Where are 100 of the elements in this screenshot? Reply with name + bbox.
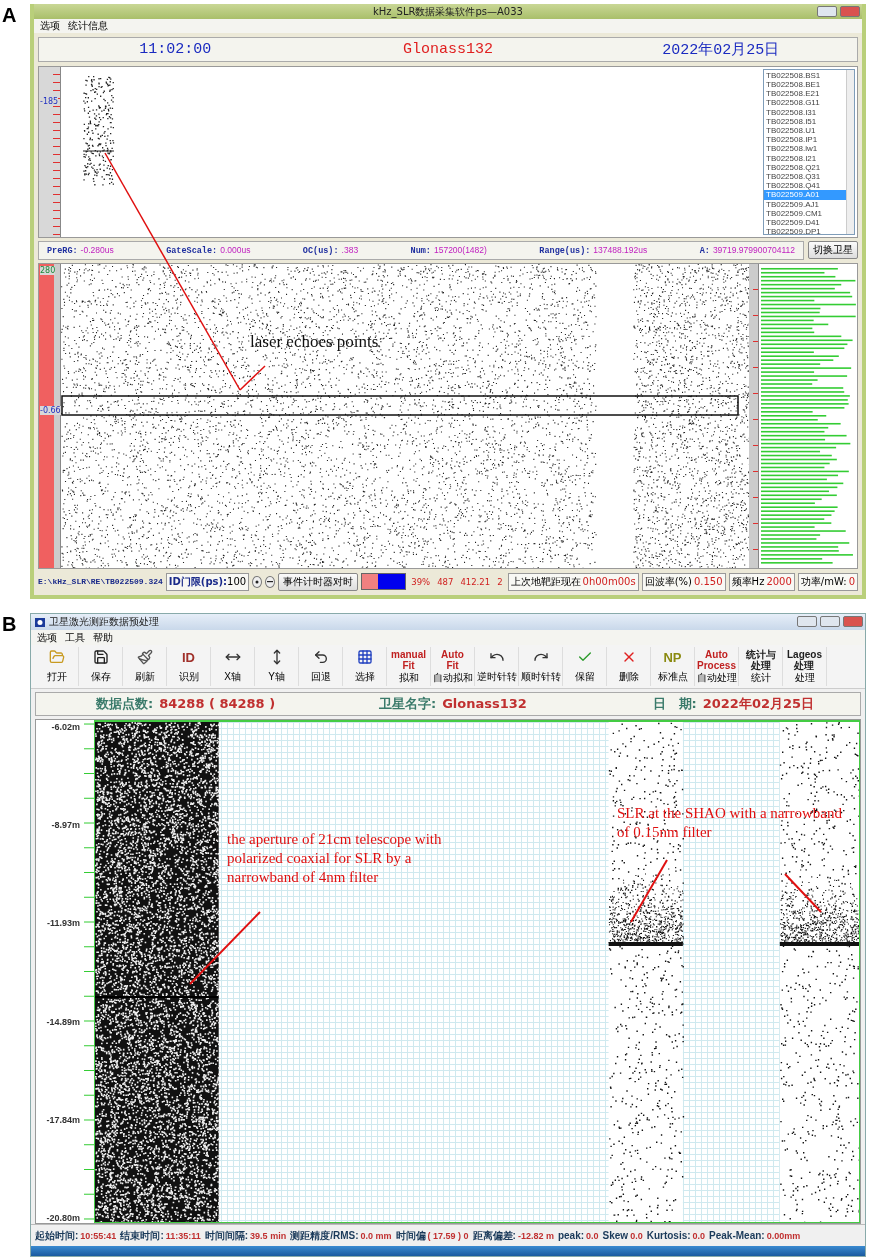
panel-label: A — [1, 4, 18, 28]
toolbar-button[interactable]: X轴 — [211, 647, 255, 686]
file-list-item[interactable]: TB022509.DP1 — [764, 227, 846, 234]
file-list-item[interactable]: TB022508.Q41 — [764, 181, 846, 191]
annotation-text: SLR at the SHAO with a narrowband of 0.15nm filter — [617, 804, 843, 842]
toolbar-button[interactable]: Y轴 — [255, 647, 299, 686]
decrement-button[interactable] — [264, 575, 275, 588]
minimize-button[interactable] — [797, 616, 817, 627]
toolbar-button[interactable]: NP 标准点 — [651, 647, 695, 686]
switch-satellite-button[interactable]: 切换卫星 — [808, 241, 858, 260]
glyph-text: Auto Fit — [441, 649, 464, 671]
maximize-button[interactable] — [820, 616, 840, 627]
info-item: PreRG: -0.280us — [47, 244, 114, 256]
toolbar-button[interactable]: 保留 — [563, 647, 607, 686]
menu-item[interactable]: 工具 — [65, 630, 85, 645]
file-list-item[interactable]: TB022508.I31 — [764, 107, 846, 117]
sync-timer-button[interactable]: 事件计时器对时 — [277, 572, 358, 591]
glyph-text: manual Fit — [391, 649, 426, 671]
leader-line — [785, 874, 821, 912]
file-list-item[interactable]: TB022508.G11 — [764, 98, 846, 108]
toolbar-button[interactable]: 打开 — [35, 647, 79, 686]
toolbar-button[interactable]: Auto Fit 自动拟和 — [431, 647, 475, 686]
window-title: 卫星激光测距数据预处理 — [49, 615, 159, 629]
file-list[interactable] — [763, 68, 855, 235]
status-item: 结束时间: 11:35:11 — [120, 1228, 201, 1243]
reading-text: 412.21 — [460, 576, 491, 587]
app-icon — [35, 617, 45, 627]
reading-text: 39% — [411, 576, 431, 587]
threshold-field[interactable]: ID门限(ps):100 — [165, 572, 250, 591]
info-item: 卫星名字: Glonass132 — [378, 695, 528, 713]
file-list-item[interactable]: TB022508.U1 — [764, 126, 846, 136]
toolbar-button[interactable]: manual Fit 拟和 — [387, 647, 431, 686]
axis-label: -20.80m — [46, 1212, 80, 1223]
toolbar-button[interactable]: 刷新 — [123, 647, 167, 686]
axis-label: -185 — [40, 96, 59, 106]
info-item: Range(us): 137488.192us — [539, 244, 648, 256]
increment-button[interactable] — [252, 575, 262, 588]
file-list-item[interactable]: TB022509.CM1 — [764, 208, 846, 219]
glyph-text: Lageos 处理 — [787, 649, 822, 671]
annotation-text: laser echoes points — [250, 332, 379, 352]
axis-label: -11.93m — [46, 918, 80, 929]
status-item: 时间间隔: 39.5 min — [204, 1228, 287, 1243]
dot-icon — [255, 579, 260, 584]
toolbar-button[interactable]: 逆时针转 — [475, 647, 519, 686]
scrollbar[interactable] — [846, 69, 854, 234]
status-field: 功率/mW: 0 — [797, 572, 858, 591]
toolbar-button[interactable]: 选择 — [343, 647, 387, 686]
progress-bar — [360, 573, 407, 591]
file-list-item[interactable]: TB022508.I21 — [764, 153, 846, 163]
menu-item[interactable]: 选项 — [40, 19, 60, 34]
minimize-button[interactable] — [817, 6, 837, 17]
time-text: 11:02:00 — [139, 41, 212, 58]
menu-item[interactable]: 帮助 — [93, 630, 113, 645]
toolbar-button[interactable]: Auto Process 自动处理 — [695, 647, 739, 686]
toolbar-button[interactable]: 统计与处理 统计 — [739, 647, 783, 686]
undo-icon — [312, 649, 329, 665]
toolbar-button[interactable]: 删除 — [607, 647, 651, 686]
axis-label: 280 — [40, 265, 56, 275]
file-list-item[interactable]: TB022508.IP1 — [764, 135, 846, 145]
status-field: 上次地靶距现在 0h00m00s — [507, 572, 639, 591]
info-item: GateScale: 0.000us — [166, 244, 251, 256]
reading-text: 487 — [437, 576, 454, 587]
axis-label: -0.66 — [40, 405, 61, 415]
file-list-item[interactable]: TB022509.D41 — [764, 218, 846, 228]
info-item: OC(us): .383 — [302, 244, 359, 256]
minus-icon — [266, 580, 273, 583]
toolbar-button[interactable]: 顺时针转 — [519, 647, 563, 686]
file-list-item[interactable]: TB022508.BS1 — [764, 70, 846, 80]
file-list-item[interactable]: TB022508.lw1 — [764, 144, 846, 154]
file-path: E:\kHz_SLR\RE\TB022509.324 — [38, 577, 163, 587]
status-item: 测距精度/RMS: 0.0 mm — [290, 1228, 392, 1243]
file-list-item[interactable]: TB022509.AJ1 — [764, 199, 846, 209]
axis-label: -17.84m — [46, 1114, 80, 1125]
status-item: Kurtosis: 0.0 — [646, 1230, 706, 1241]
reading-text: 2 — [497, 576, 503, 587]
file-list-item[interactable]: TB022508.Q21 — [764, 162, 846, 173]
status-field: 回波率(%) 0.150 — [641, 572, 726, 591]
status-item: Peak-Mean: 0.00mm — [709, 1230, 801, 1241]
grid-icon — [356, 649, 373, 665]
file-list-item[interactable]: TB022508.Q31 — [764, 172, 846, 182]
toolbar-button[interactable]: Lageos 处理 处理 — [783, 647, 827, 686]
info-item: 数据点数: 84288 ( 84288 ) — [96, 695, 277, 713]
glyph-text: Auto Process — [697, 649, 736, 671]
menu-item[interactable]: 选项 — [37, 630, 57, 645]
leader-line — [190, 912, 260, 984]
status-field: 频率Hz 2000 — [728, 572, 795, 591]
file-list-item[interactable]: TB022508.E21 — [764, 89, 846, 99]
file-list-item[interactable]: TB022508.I51 — [764, 116, 846, 126]
toolbar-button[interactable]: 保存 — [79, 647, 123, 686]
window-title: kHz_SLR数据采集软件ps—A033 — [373, 4, 523, 19]
status-item: Skew 0.0 — [602, 1230, 643, 1241]
menu-item[interactable]: 统计信息 — [68, 19, 108, 34]
toolbar-button[interactable]: ID 识别 — [167, 647, 211, 686]
axis-label: -6.02m — [51, 722, 80, 732]
leader-line — [631, 860, 667, 922]
axis-label: -14.89m — [46, 1016, 80, 1027]
status-item: 距离偏差: -12.82 m — [472, 1228, 554, 1243]
toolbar-button[interactable]: 回退 — [299, 647, 343, 686]
file-list-item[interactable]: TB022508.BE1 — [764, 80, 846, 90]
status-item: peak: 0.0 — [557, 1230, 599, 1241]
